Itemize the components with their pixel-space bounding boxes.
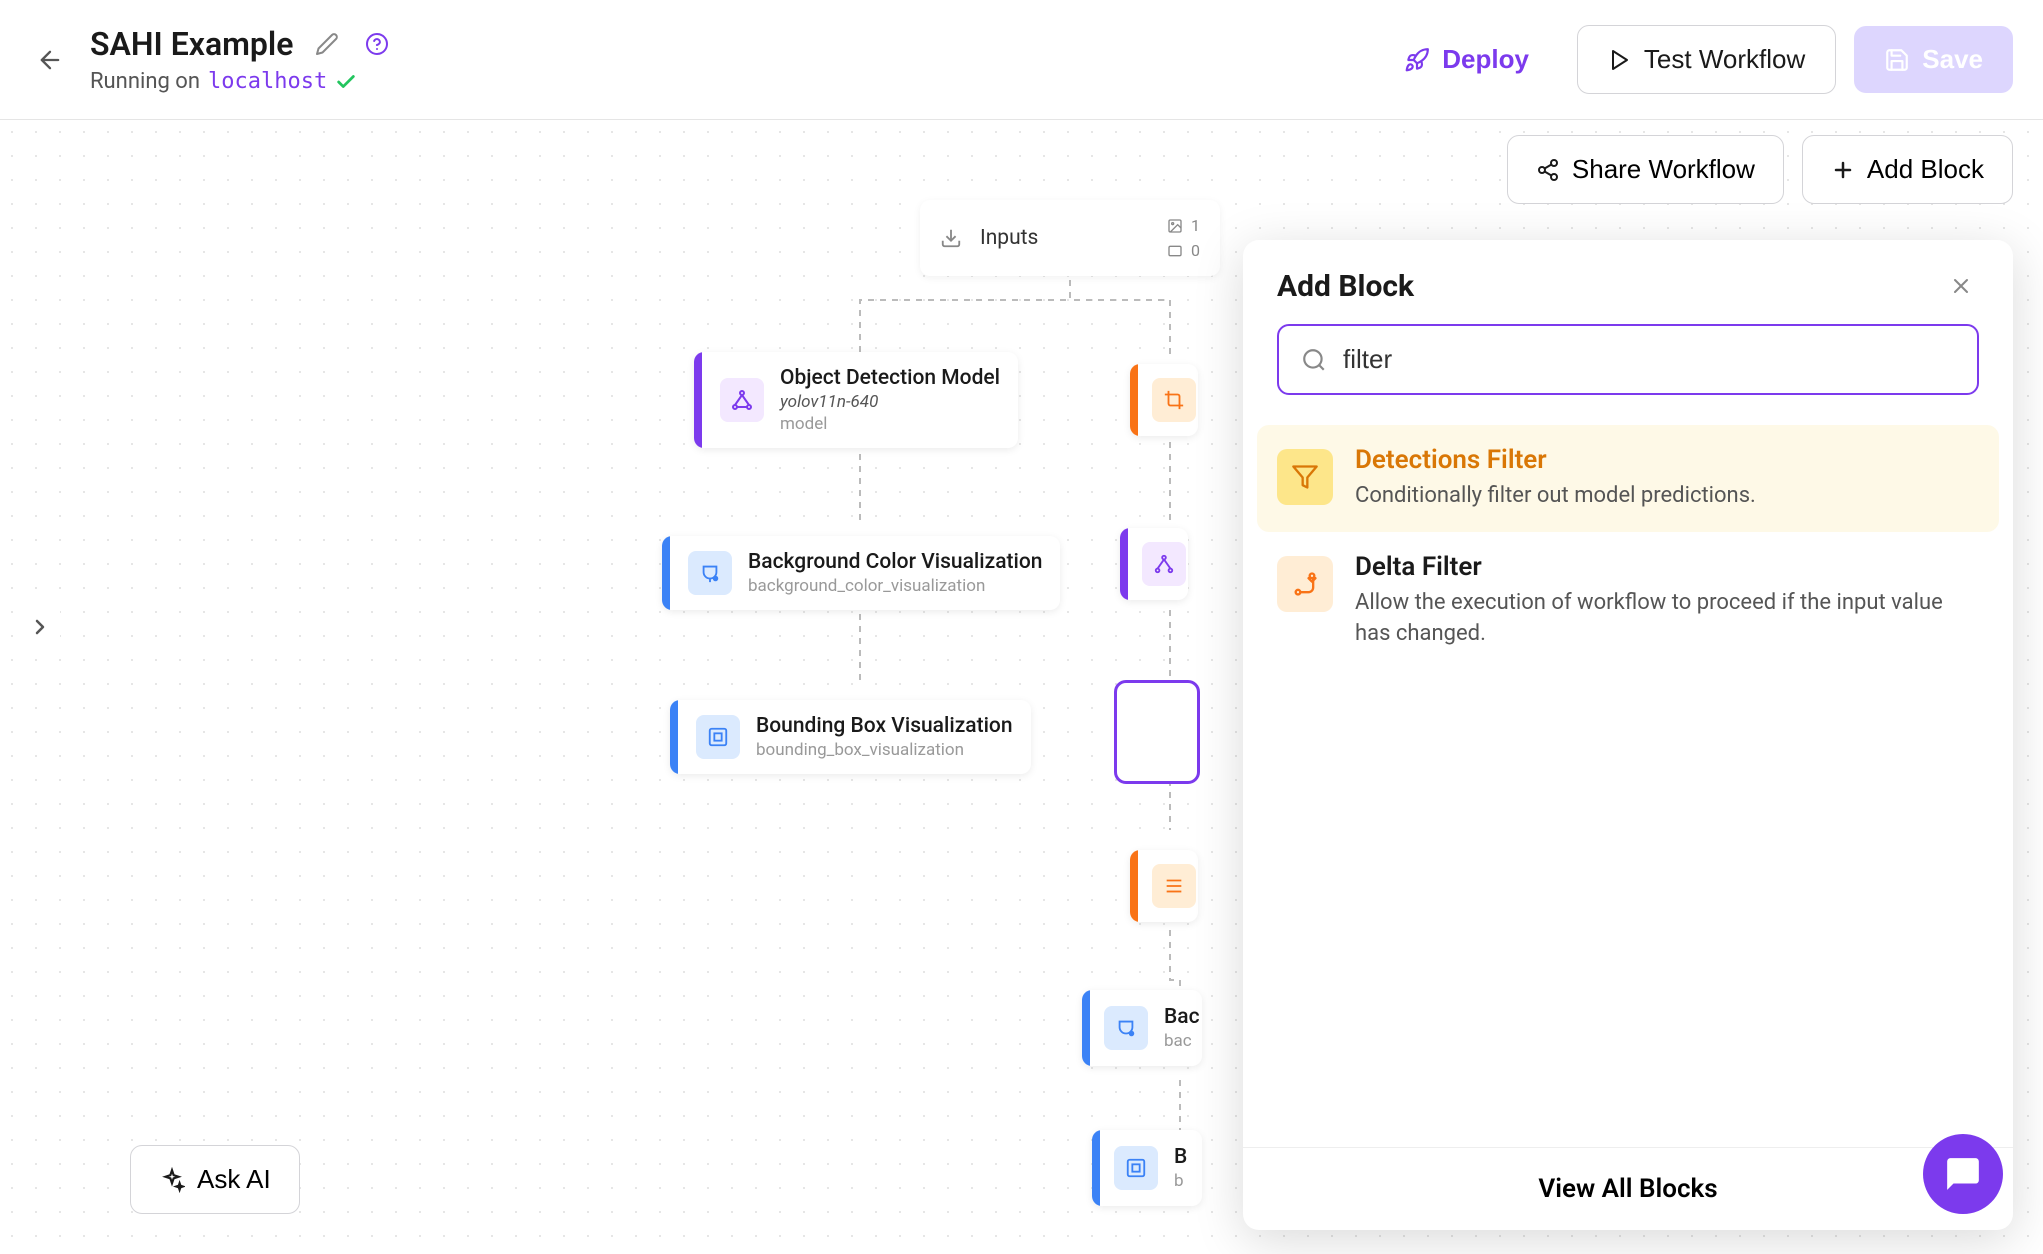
result-item-1[interactable]: Delta Filter Allow the execution of work… (1257, 532, 1999, 670)
node-bg-color-vis[interactable]: Background Color Visualization backgroun… (662, 536, 1060, 610)
check-icon (335, 71, 357, 93)
text-icon (1167, 243, 1183, 259)
panel-results: Detections Filter Conditionally filter o… (1243, 415, 2013, 1147)
node-partial-bbox2[interactable]: B b (1092, 1130, 1202, 1206)
header: SAHI Example Running on localhost Deploy… (0, 0, 2043, 120)
inputs-other-count: 0 (1167, 241, 1200, 260)
save-button[interactable]: Save (1854, 26, 2013, 93)
help-button[interactable] (361, 28, 393, 60)
page-title: SAHI Example (90, 25, 293, 63)
deploy-button[interactable]: Deploy (1374, 26, 1559, 93)
rocket-icon (1404, 47, 1430, 73)
node-partial-network[interactable] (1120, 528, 1188, 600)
pencil-icon (315, 32, 339, 56)
host-label: localhost (208, 69, 327, 94)
download-icon (940, 227, 962, 249)
plus-icon (1831, 158, 1855, 182)
result-title: Delta Filter (1355, 552, 1979, 582)
node-object-detection[interactable]: Object Detection Model yolov11n-640 mode… (694, 352, 1018, 448)
search-icon (1301, 347, 1327, 373)
ask-ai-button[interactable]: Ask AI (130, 1145, 300, 1214)
node-subtitle2: model (780, 414, 1000, 434)
image-icon (1167, 218, 1183, 234)
add-block-panel: Add Block Detections Filter Conditionall… (1243, 240, 2013, 1230)
view-all-blocks-label: View All Blocks (1538, 1174, 1717, 1204)
stitch-icon (1152, 864, 1196, 908)
bbox-icon (696, 715, 740, 759)
result-title: Detections Filter (1355, 445, 1756, 475)
inputs-node[interactable]: Inputs 1 0 (920, 200, 1220, 276)
crop-icon (1152, 378, 1196, 422)
result-desc: Allow the execution of workflow to proce… (1355, 588, 1979, 650)
sidebar-toggle[interactable] (20, 597, 60, 657)
play-icon (1608, 48, 1632, 72)
view-all-blocks-button[interactable]: View All Blocks (1243, 1147, 2013, 1230)
share-workflow-label: Share Workflow (1572, 154, 1755, 185)
add-block-button[interactable]: Add Block (1802, 135, 2013, 204)
result-item-0[interactable]: Detections Filter Conditionally filter o… (1257, 425, 1999, 532)
node-partial-stitch[interactable] (1130, 850, 1198, 922)
node-sub-prefix: bac (1164, 1031, 1200, 1051)
paint-icon (1104, 1006, 1148, 1050)
panel-close-button[interactable] (1943, 268, 1979, 304)
ask-ai-label: Ask AI (197, 1164, 271, 1195)
node-bbox-vis[interactable]: Bounding Box Visualization bounding_box_… (670, 700, 1031, 774)
network-icon (720, 378, 764, 422)
funnel-icon (1277, 449, 1333, 505)
arrow-left-icon (36, 46, 64, 74)
inputs-image-count: 1 (1167, 216, 1200, 235)
title-block: SAHI Example Running on localhost (90, 25, 393, 94)
panel-title: Add Block (1277, 269, 1414, 304)
node-subtitle: yolov11n-640 (780, 392, 1000, 412)
chat-icon (1944, 1155, 1982, 1193)
paint-icon (688, 551, 732, 595)
close-icon (1949, 274, 1973, 298)
add-block-label: Add Block (1867, 154, 1984, 185)
node-title-prefix: Bac (1164, 1005, 1200, 1029)
search-input-wrapper[interactable] (1277, 324, 1979, 395)
sparkle-icon (159, 1167, 185, 1193)
test-workflow-label: Test Workflow (1644, 44, 1805, 75)
search-input[interactable] (1343, 344, 1955, 375)
back-button[interactable] (30, 40, 70, 80)
secondary-action-bar: Share Workflow Add Block (1507, 135, 2013, 204)
running-on-label: Running on (90, 69, 200, 94)
chat-bubble-button[interactable] (1923, 1134, 2003, 1214)
node-empty-selected[interactable] (1114, 680, 1200, 784)
node-title-prefix: B (1174, 1145, 1187, 1169)
save-label: Save (1922, 44, 1983, 75)
node-title: Object Detection Model (780, 366, 1000, 390)
result-desc: Conditionally filter out model predictio… (1355, 481, 1756, 512)
node-title: Bounding Box Visualization (756, 714, 1013, 738)
node-partial-crop[interactable] (1130, 364, 1198, 436)
route-icon (1277, 556, 1333, 612)
inputs-label: Inputs (980, 226, 1038, 250)
share-icon (1536, 158, 1560, 182)
node-subtitle: background_color_visualization (748, 576, 1042, 596)
network-icon (1142, 542, 1186, 586)
chevron-right-icon (28, 615, 52, 639)
deploy-label: Deploy (1442, 44, 1529, 75)
share-workflow-button[interactable]: Share Workflow (1507, 135, 1784, 204)
save-icon (1884, 47, 1910, 73)
test-workflow-button[interactable]: Test Workflow (1577, 25, 1836, 94)
edit-title-button[interactable] (311, 28, 343, 60)
help-icon (365, 32, 389, 56)
node-title: Background Color Visualization (748, 550, 1042, 574)
node-subtitle: bounding_box_visualization (756, 740, 1013, 760)
node-sub-prefix: b (1174, 1171, 1187, 1191)
bbox-icon (1114, 1146, 1158, 1190)
node-partial-bg2[interactable]: Bac bac (1082, 990, 1202, 1066)
